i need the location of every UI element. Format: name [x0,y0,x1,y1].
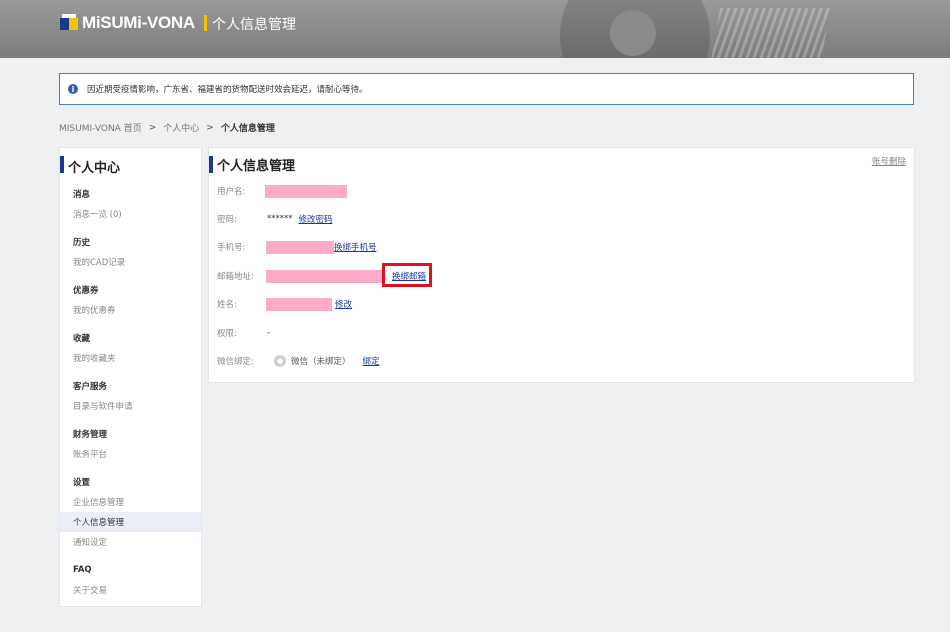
edit-name-link[interactable]: 修改 [335,298,352,310]
wechat-label: 微信绑定: [217,357,254,367]
permission-label: 权限: [217,329,237,339]
permission-value: - [267,328,271,338]
change-password-link[interactable]: 修改密码 [299,213,333,225]
header-divider [204,15,207,31]
sidebar-group-coupons: 优惠券 [73,286,99,296]
breadcrumb-personal-center[interactable]: 个人中心 [163,121,199,134]
email-link-highlight-box [382,263,432,287]
change-phone-link[interactable]: 换绑手机号 [334,241,377,253]
bind-wechat-link[interactable]: 绑定 [363,355,380,367]
wechat-row: 微信绑定: ● 微信（未绑定） 绑定 [217,353,380,369]
sidebar-group-faq: FAQ [73,565,92,575]
password-label: 密码: [217,215,237,225]
site-logo[interactable]: MiSUMi-VONA [60,13,195,33]
breadcrumb-separator: > [148,122,157,133]
info-icon: i [68,84,78,94]
wechat-icon: ● [274,355,286,367]
page-title: 个人信息管理 [209,156,295,174]
sidebar: 个人中心 消息 消息一览 (0) 历史 我的CAD记录 优惠券 我的优惠券 收藏… [59,147,202,607]
breadcrumb-current: 个人信息管理 [220,124,275,134]
username-redacted-value [265,184,347,198]
sidebar-item-my-coupons[interactable]: 我的优惠券 [60,300,201,320]
permission-row: 权限: - [217,325,270,341]
logo-text: MiSUMi-VONA [82,13,195,32]
notice-banner: i 因近期受疫情影响，广东省、福建省的货物配送时效会延迟，请耐心等待。 [59,73,914,105]
email-label: 邮箱地址: [217,272,254,282]
sidebar-group-messages: 消息 [73,190,91,200]
sidebar-group-settings: 设置 [73,478,91,488]
breadcrumb-home[interactable]: MISUMI-VONA 首页 [59,121,142,134]
delete-account-link[interactable]: 账号删除 [872,155,906,167]
wechat-status: 微信（未绑定） [291,357,351,367]
password-value: ****** [267,214,293,224]
logo-cube-icon [60,14,78,32]
sidebar-item-about-trading[interactable]: 关于交易 [60,580,201,600]
sidebar-item-notification-settings[interactable]: 通知设定 [60,532,201,552]
breadcrumb: MISUMI-VONA 首页 > 个人中心 > 个人信息管理 [59,121,275,135]
sidebar-title: 个人中心 [60,148,201,184]
header-gear-hub-decoration [610,10,656,56]
name-row: 姓名: 修改 [217,296,352,312]
header-title: 个人信息管理 [212,17,296,33]
breadcrumb-separator: > [206,122,214,133]
sidebar-group-finance: 财务管理 [73,430,108,440]
sidebar-item-message-list[interactable]: 消息一览 (0) [60,204,201,224]
sidebar-item-company-info[interactable]: 企业信息管理 [60,492,201,512]
sidebar-group-customer-service: 客户服务 [73,382,108,392]
sidebar-item-catalog-request[interactable]: 目录与软件申请 [60,396,201,416]
personal-info-panel: 个人信息管理 账号删除 用户名: 密码: ****** 修改密码 手机号: 换绑… [208,147,915,383]
phone-label: 手机号: [217,243,246,253]
sidebar-group-history: 历史 [73,238,91,248]
username-label: 用户名: [217,187,246,197]
email-redacted-value [266,269,384,283]
site-header: MiSUMi-VONA 个人信息管理 [0,0,950,58]
sidebar-item-personal-info[interactable]: 个人信息管理 [60,512,201,532]
name-redacted-value [266,297,332,311]
sidebar-group-favorites: 收藏 [73,334,91,344]
sidebar-item-my-favorites[interactable]: 我的收藏夹 [60,348,201,368]
sidebar-item-billing-platform[interactable]: 账务平台 [60,444,201,464]
header-stripes-decoration [709,8,831,58]
sidebar-item-cad-records[interactable]: 我的CAD记录 [60,252,201,272]
name-label: 姓名: [217,300,237,310]
password-row: 密码: ****** 修改密码 [217,211,333,227]
username-row: 用户名: [217,183,347,199]
phone-row: 手机号: 换绑手机号 [217,239,377,255]
notice-text: 因近期受疫情影响，广东省、福建省的货物配送时效会延迟，请耐心等待。 [87,85,368,95]
phone-redacted-value [266,240,334,254]
